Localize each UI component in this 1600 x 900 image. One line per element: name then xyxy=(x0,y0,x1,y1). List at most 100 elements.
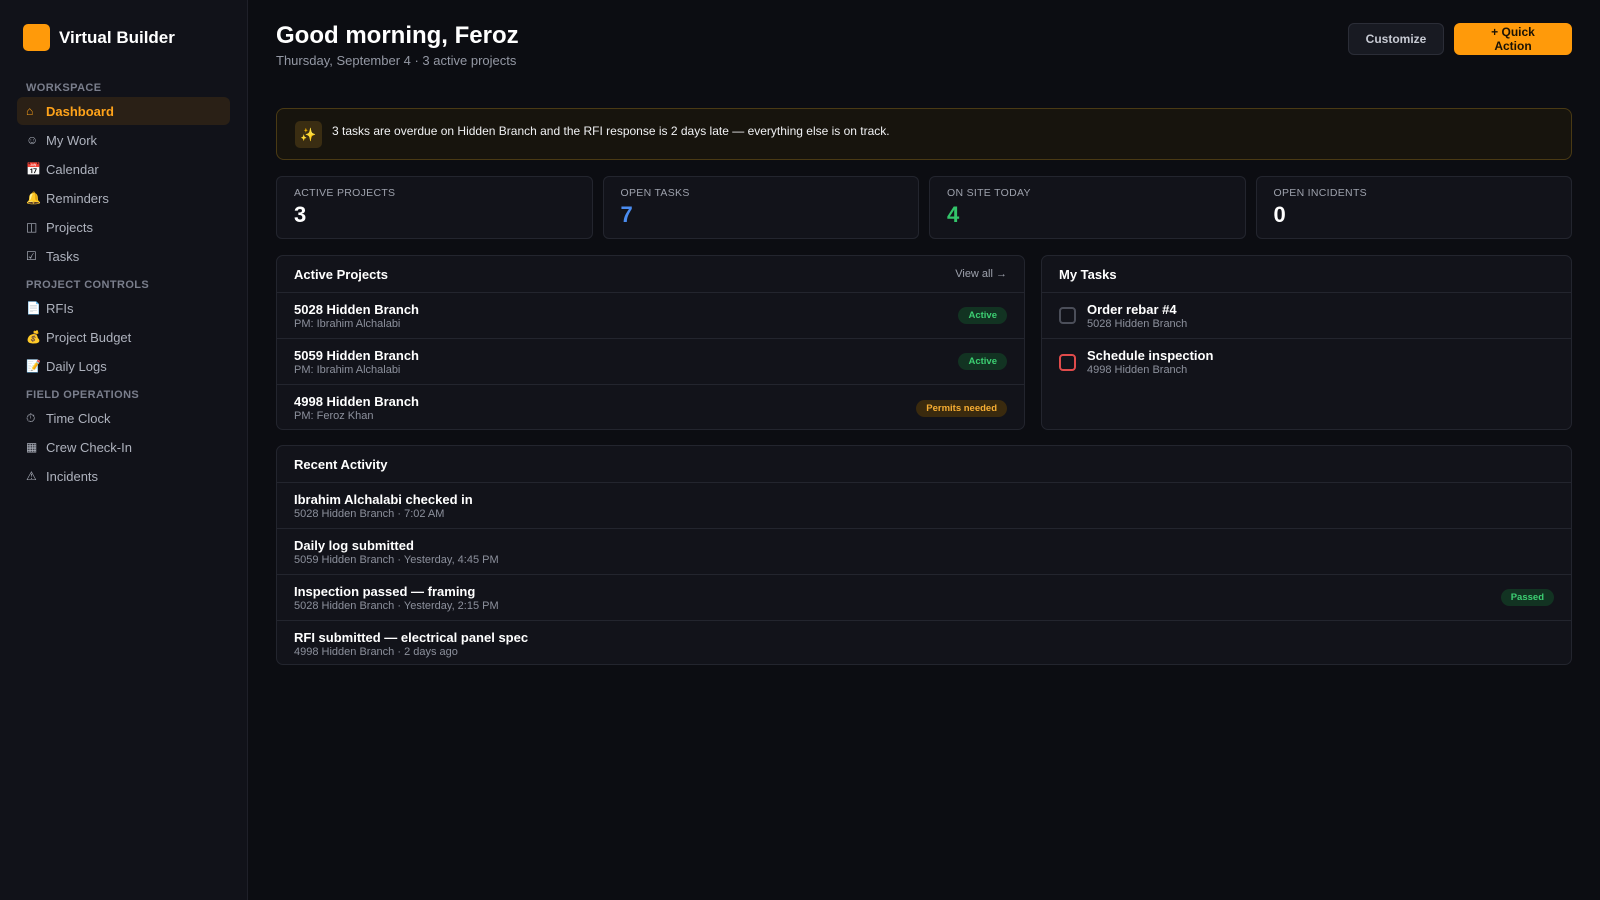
sidebar-item-calendar[interactable]: 📅 Calendar xyxy=(17,155,230,183)
sidebar-item-project-budget[interactable]: 💰 Project Budget xyxy=(17,323,230,351)
task-project: 5028 Hidden Branch xyxy=(1087,317,1188,330)
sidebar-item-time-clock[interactable]: ⏱ Time Clock xyxy=(17,404,230,432)
activity-row[interactable]: Inspection passed — framing 5028 Hidden B… xyxy=(277,575,1571,621)
project-row[interactable]: 5028 Hidden Branch PM: Ibrahim Alchalabi A… xyxy=(277,293,1024,339)
activity-info: Ibrahim Alchalabi checked in 5028 Hidden … xyxy=(294,492,473,520)
task-info: Schedule inspection 4998 Hidden Branch xyxy=(1087,348,1213,376)
sidebar-item-label: Project Budget xyxy=(46,329,132,345)
activity-title: Ibrahim Alchalabi checked in xyxy=(294,491,473,507)
sidebar-item-label: Crew Check-In xyxy=(46,439,132,455)
stat-value: 7 xyxy=(620,202,633,227)
project-row[interactable]: 5059 Hidden Branch PM: Ibrahim Alchalabi A… xyxy=(277,339,1024,385)
card-title: My Tasks xyxy=(1059,266,1117,282)
calendar-icon: 📅 xyxy=(26,162,41,176)
stat-label: OPEN INCIDENTS xyxy=(1273,187,1367,199)
activity-meta: 5059 Hidden Branch · Yesterday, 4:45 PM xyxy=(294,553,499,566)
activity-title: Inspection passed — framing xyxy=(294,583,476,599)
task-project: 4998 Hidden Branch xyxy=(1087,364,1188,376)
memo-icon: 📝 xyxy=(26,359,41,373)
status-badge: Permits needed xyxy=(916,399,1007,417)
sidebar-item-label: Calendar xyxy=(46,161,99,177)
card-title: Recent Activity xyxy=(294,456,388,472)
task-row[interactable]: Order rebar #4 5028 Hidden Branch xyxy=(1042,293,1571,339)
activity-info: Inspection passed — framing 5028 Hidden B… xyxy=(294,584,499,612)
projects-icon: ◫ xyxy=(26,220,38,234)
my-tasks-card: My Tasks Order rebar #4 5028 Hidden Branc… xyxy=(1041,255,1572,430)
brand[interactable]: Virtual Builder xyxy=(23,24,230,51)
stat-card[interactable]: ON SITE TODAY 4 xyxy=(929,176,1246,239)
project-row[interactable]: 4998 Hidden Branch PM: Feroz Khan Permits … xyxy=(277,385,1024,429)
activity-row[interactable]: Daily log submitted 5059 Hidden Branch · … xyxy=(277,529,1571,575)
checkbox-icon: ☑ xyxy=(26,249,37,263)
recent-activity-card: Recent Activity Ibrahim Alchalabi checke… xyxy=(276,445,1572,665)
project-manager: PM: Ibrahim Alchalabi xyxy=(294,363,401,376)
activity-row[interactable]: RFI submitted — electrical panel spec 499… xyxy=(277,621,1571,664)
sidebar: Virtual Builder WORKSPACE ⌂ Dashboard ☺ My W… xyxy=(0,0,248,900)
sidebar-item-label: My Work xyxy=(46,132,98,148)
page-subtitle: Thursday, September 4 · 3 active project… xyxy=(276,53,517,68)
sidebar-item-crew-check-in[interactable]: ▦ Crew Check-In xyxy=(17,433,230,461)
activity-info: RFI submitted — electrical panel spec 499… xyxy=(294,630,528,658)
money-bag-icon: 💰 xyxy=(26,330,41,344)
ai-summary-alert: ✨ 3 tasks are overdue on Hidden Branch a… xyxy=(276,108,1572,160)
card-title: Active Projects xyxy=(294,266,388,282)
sidebar-item-reminders[interactable]: 🔔 Reminders xyxy=(17,184,230,212)
alert-text: 3 tasks are overdue on Hidden Branch and… xyxy=(332,124,890,138)
activity-title: Daily log submitted xyxy=(294,537,414,553)
activity-title: RFI submitted — electrical panel spec xyxy=(294,630,529,645)
page-title: Good morning, Feroz xyxy=(276,22,519,49)
brand-name: Virtual Builder xyxy=(59,27,175,47)
project-name: 4998 Hidden Branch xyxy=(294,394,419,409)
main-content: Good morning, Feroz Thursday, September … xyxy=(248,0,1600,900)
sidebar-item-projects[interactable]: ◫ Projects xyxy=(17,213,230,241)
page-header: Good morning, Feroz Thursday, September … xyxy=(276,22,1572,86)
stat-card[interactable]: OPEN INCIDENTS 0 xyxy=(1255,176,1572,239)
stopwatch-icon: ⏱ xyxy=(26,410,36,425)
nav-section-title: PROJECT CONTROLS xyxy=(26,279,150,291)
nav-group: PROJECT CONTROLS 📄 RFIs 💰 Project Budget 📝 Dai… xyxy=(17,279,230,380)
project-manager: PM: Ibrahim Alchalabi xyxy=(294,317,401,330)
nav-group: WORKSPACE ⌂ Dashboard ☺ My Work 📅 Calendar 🔔 Rem… xyxy=(17,82,230,270)
home-icon: ⌂ xyxy=(26,104,34,118)
task-row[interactable]: Schedule inspection 4998 Hidden Branch xyxy=(1042,339,1571,385)
sidebar-item-label: Incidents xyxy=(46,468,99,484)
sidebar-nav: WORKSPACE ⌂ Dashboard ☺ My Work 📅 Calendar 🔔 Rem… xyxy=(17,82,230,490)
task-name: Schedule inspection xyxy=(1087,348,1214,363)
stat-label: OPEN TASKS xyxy=(620,187,690,199)
stat-value: 4 xyxy=(947,202,960,227)
sidebar-item-label: Time Clock xyxy=(46,410,111,426)
project-info: 5059 Hidden Branch PM: Ibrahim Alchalabi xyxy=(294,348,419,376)
stat-value: 3 xyxy=(294,202,307,227)
warning-icon: ⚠ xyxy=(26,469,37,483)
activity-meta: 5028 Hidden Branch · 7:02 AM xyxy=(294,507,445,520)
quick-action-button[interactable]: + Quick Action xyxy=(1454,23,1572,55)
stat-value: 0 xyxy=(1273,202,1286,227)
sidebar-item-daily-logs[interactable]: 📝 Daily Logs xyxy=(17,352,230,380)
task-checkbox[interactable] xyxy=(1059,307,1076,324)
brand-logo xyxy=(23,24,50,51)
sidebar-item-my-work[interactable]: ☺ My Work xyxy=(17,126,230,154)
sidebar-item-dashboard[interactable]: ⌂ Dashboard xyxy=(17,97,230,125)
stats-row: ACTIVE PROJECTS 3 OPEN TASKS 7 ON SITE TODAY… xyxy=(276,176,1572,239)
stat-card[interactable]: OPEN TASKS 7 xyxy=(602,176,919,239)
stat-card[interactable]: ACTIVE PROJECTS 3 xyxy=(276,176,593,239)
task-checkbox[interactable] xyxy=(1059,353,1076,371)
sidebar-item-label: RFIs xyxy=(46,300,74,316)
sidebar-item-label: Dashboard xyxy=(46,103,114,119)
sidebar-item-tasks[interactable]: ☑ Tasks xyxy=(17,242,230,270)
status-badge: Passed xyxy=(1500,589,1554,606)
activity-row[interactable]: Ibrahim Alchalabi checked in 5028 Hidden … xyxy=(277,483,1571,529)
user-icon: ☺ xyxy=(26,133,39,147)
project-manager: PM: Feroz Khan xyxy=(294,410,374,422)
customize-button[interactable]: Customize xyxy=(1348,23,1444,55)
sparkles-icon: ✨ xyxy=(295,121,322,148)
sidebar-item-rfis[interactable]: 📄 RFIs xyxy=(17,294,230,322)
nav-section-title: WORKSPACE xyxy=(26,82,102,94)
project-name: 5028 Hidden Branch xyxy=(294,301,419,317)
stat-label: ON SITE TODAY xyxy=(947,187,1031,199)
nav-section-title: FIELD OPERATIONS xyxy=(26,389,140,401)
status-badge: Active xyxy=(958,353,1007,370)
task-info: Order rebar #4 5028 Hidden Branch xyxy=(1087,302,1187,330)
sidebar-item-incidents[interactable]: ⚠ Incidents xyxy=(17,462,230,490)
view-all-link[interactable]: View all → xyxy=(955,268,1007,280)
